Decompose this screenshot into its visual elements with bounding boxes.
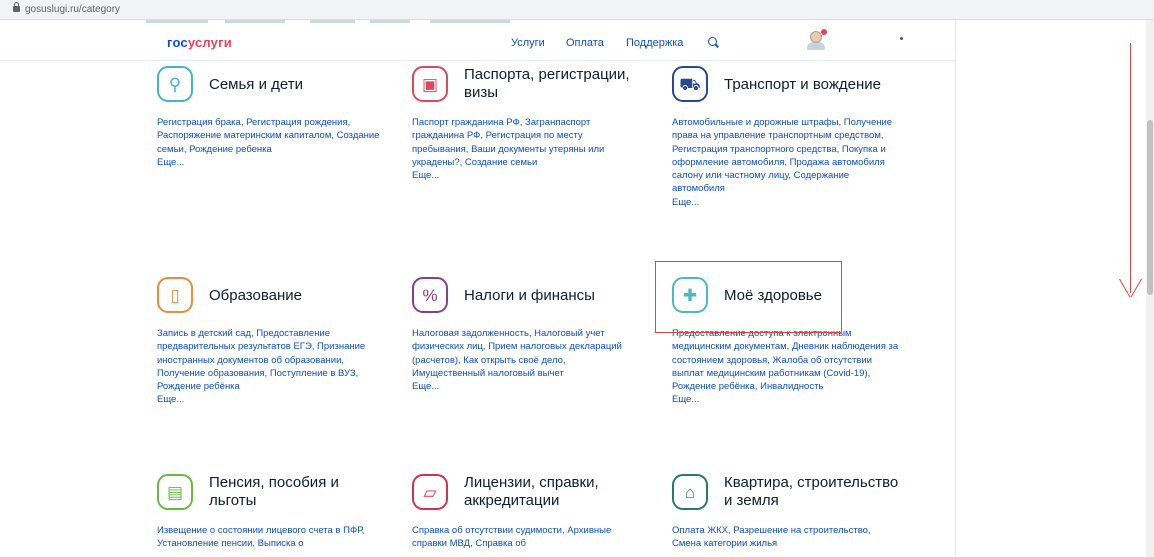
arrow-head-right [1130,278,1142,298]
more-link[interactable]: Еще... [157,393,385,406]
category-title[interactable]: Образование [209,287,389,305]
category-title[interactable]: Семья и дети [209,76,389,94]
header-divider [0,60,955,61]
category-description: Налоговая задолженность, Налоговый учет … [412,327,640,393]
stroller-icon[interactable]: ⚲ [157,66,193,102]
site-header: госуслуги Услуги Оплата Поддержка [0,23,955,61]
tax-document-icon[interactable]: % [412,277,448,313]
nav-support-link[interactable]: Поддержка [626,37,683,49]
nav-services-link[interactable]: Услуги [511,37,545,49]
category-title[interactable]: Налоги и финансы [464,287,644,305]
category-description: Запись в детский сад, Предоставление пре… [157,327,385,407]
category-description: Паспорт гражданина РФ, Загранпаспорт гра… [412,116,640,182]
page-edge-divider [955,20,956,557]
highlight-box [655,261,842,333]
category-title[interactable]: Квартира, строительство и земля [724,474,904,510]
avatar[interactable] [806,29,827,51]
url-text[interactable]: gosuslugi.ru/category [25,4,120,15]
car-icon[interactable]: ⛟ [672,66,708,102]
category-title[interactable]: Транспорт и вождение [724,76,904,94]
passport-icon[interactable]: ▣ [412,66,448,102]
category-description: Предоставление доступа к электронным мед… [672,328,900,406]
browser-address-bar[interactable]: gosuslugi.ru/category [0,0,1154,20]
scrollbar-thumb[interactable] [1147,120,1153,295]
gosuslugi-logo[interactable]: госуслуги [167,35,232,50]
category-description: Регистрация брака, Регистрация рождения,… [157,116,385,169]
scroll-down-arrow [1130,43,1131,293]
more-link[interactable]: Еще... [157,156,385,169]
lock-icon [13,2,20,12]
wallet-icon[interactable]: ▤ [157,474,193,510]
house-icon[interactable]: ⌂ [672,474,708,510]
more-link[interactable]: Еще... [412,380,640,393]
more-link[interactable]: Еще... [672,393,900,406]
user-menu-caret-icon[interactable] [900,37,903,40]
category-title[interactable]: Паспорта, регистрации, визы [464,66,644,102]
more-link[interactable]: Еще... [412,169,640,182]
category-description: Автомобильные и дорожные штрафы, Получен… [672,116,900,209]
book-icon[interactable]: ▯ [157,277,193,313]
category-description: Извещение о состоянии лицевого счета в П… [157,525,365,550]
nav-payment-link[interactable]: Оплата [566,37,604,49]
more-link[interactable]: Еще... [672,196,900,209]
notification-dot [821,29,827,35]
category-title[interactable]: Лицензии, справки, аккредитации [464,474,644,510]
arrow-head-left [1119,278,1131,298]
folder-icon[interactable]: ▱ [412,474,448,510]
category-description: Оплата ЖКХ, Разрешение на строительство,… [672,525,871,550]
category-description: Справка об отсутствии судимости, Архивны… [412,525,612,550]
search-icon[interactable] [708,37,717,46]
category-title[interactable]: Пенсия, пособия и льготы [209,474,389,510]
